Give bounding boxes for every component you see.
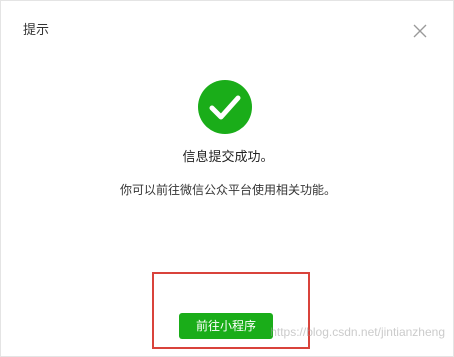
- watermark-text: https://blog.csdn.net/jintianzheng: [270, 325, 445, 339]
- success-check-icon: [198, 80, 252, 134]
- success-message: 信息提交成功。: [182, 150, 274, 165]
- info-message: 你可以前往微信公众平台使用相关功能。: [119, 183, 336, 197]
- dialog-title: 提示: [23, 23, 50, 38]
- close-icon[interactable]: [413, 23, 427, 38]
- success-dialog: 提示 信息提交成功。 你可以前往微信公众平台使用相关功能。 前往小程序 http…: [0, 0, 454, 357]
- goto-miniprogram-button[interactable]: 前往小程序: [179, 313, 273, 339]
